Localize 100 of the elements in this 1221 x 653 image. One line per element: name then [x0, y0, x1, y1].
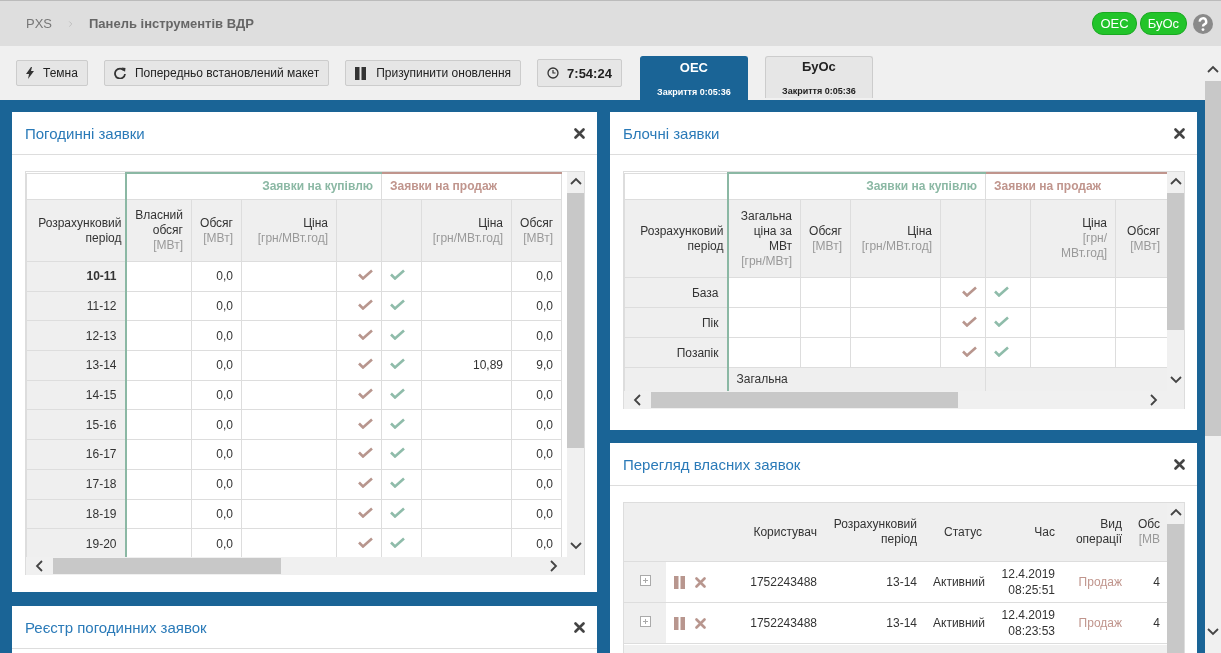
column-header[interactable]: Власний обсяг [МВт]: [125, 199, 192, 262]
close-icon[interactable]: [574, 127, 585, 139]
column-header[interactable]: Обсяг [МВт]: [191, 199, 242, 262]
market-badge: БуОс: [1139, 12, 1187, 35]
table-cell: 0,0: [511, 469, 562, 499]
period-cell: Пік: [624, 307, 728, 338]
table-cell: 0,0: [191, 320, 242, 351]
check-icon: [358, 536, 374, 548]
column-header[interactable]: Ціна [грн/МВт.год]: [421, 199, 512, 262]
column-header[interactable]: Розрахунковий період: [624, 199, 728, 278]
period-cell: 18-19: [26, 499, 126, 529]
table-cell: 0,0: [511, 499, 562, 529]
close-icon[interactable]: [1174, 458, 1185, 470]
table-cell: 0,0: [191, 469, 242, 499]
table-cell: 1752243488: [730, 602, 825, 644]
chevron-down-icon[interactable]: [1206, 626, 1220, 637]
column-header[interactable]: Розрахунковий період: [26, 199, 126, 262]
column-header[interactable]: Ціна [грн/МВт.год]: [241, 199, 337, 262]
scrollbar-thumb[interactable]: [53, 558, 281, 574]
pause-icon[interactable]: [674, 617, 686, 631]
market-tab[interactable]: БуОс Закриття 0:05:36: [764, 56, 873, 98]
check-icon: [390, 477, 406, 489]
period-cell: 15-16: [26, 409, 126, 440]
help-icon[interactable]: [1193, 13, 1213, 34]
clock-icon: [547, 67, 560, 79]
check-icon: [390, 358, 406, 370]
lightning-icon: [26, 67, 34, 79]
close-icon[interactable]: [574, 621, 585, 633]
table-cell: 0,0: [191, 350, 242, 381]
column-header[interactable]: Вид операції: [1063, 503, 1130, 562]
check-icon: [358, 417, 374, 429]
check-icon: [390, 328, 406, 340]
chevron-up-icon[interactable]: [568, 176, 583, 187]
close-icon[interactable]: [1174, 127, 1185, 139]
table-cell: 0,0: [511, 261, 562, 292]
page-title: Панель інструментів ВДР: [89, 16, 254, 31]
column-header[interactable]: Ціна [грн/МВт.год]: [850, 199, 941, 278]
table-cell: Активний: [925, 602, 990, 644]
column-header[interactable]: Розрахунковий період: [825, 503, 925, 562]
check-icon: [390, 299, 406, 311]
period-cell: Позапік: [624, 337, 728, 368]
toolbar-button[interactable]: Попередньо встановлений макет: [103, 60, 330, 86]
pause-icon[interactable]: [674, 576, 686, 590]
check-icon: [390, 269, 406, 281]
chevron-right-icon[interactable]: [1148, 394, 1159, 406]
check-icon: [962, 345, 978, 357]
check-icon: [358, 447, 374, 459]
check-icon: [994, 285, 1010, 297]
chevron-down-icon[interactable]: [1168, 374, 1183, 385]
column-header[interactable]: Статус: [925, 503, 990, 562]
chevron-up-icon[interactable]: [1206, 64, 1220, 75]
period-cell: 12-13: [26, 320, 126, 351]
column-header[interactable]: Ціна [грн/МВт.год]: [1030, 199, 1116, 278]
table-cell: 0,0: [511, 291, 562, 321]
table-cell: 0,0: [511, 439, 562, 470]
column-header[interactable]: Загальна ціна за МВт [грн/МВт]: [727, 199, 801, 278]
period-cell: База: [624, 277, 728, 308]
table-cell: 0,0: [511, 380, 562, 410]
check-icon: [390, 506, 406, 518]
market-badge: ОЕС: [1092, 12, 1137, 35]
table-cell: 0,0: [191, 409, 242, 440]
column-header[interactable]: Обсяг [МВт]: [511, 199, 562, 262]
column-header[interactable]: Обсяг [МВт]: [1115, 199, 1167, 278]
period-cell: 10-11: [26, 261, 126, 292]
table-cell: Продаж: [1063, 602, 1130, 644]
panel-title: Погодинні заявки: [25, 124, 145, 142]
scrollbar-thumb[interactable]: [1167, 524, 1184, 653]
table-cell: 0,0: [191, 291, 242, 321]
table-cell: 9,0: [511, 350, 562, 381]
column-header[interactable]: Час: [990, 503, 1063, 562]
column-header[interactable]: Користувач: [730, 503, 825, 562]
chevron-left-icon[interactable]: [34, 560, 45, 572]
table-cell: Активний: [925, 561, 990, 603]
check-icon: [390, 417, 406, 429]
chevron-up-icon[interactable]: [1168, 176, 1183, 187]
column-header[interactable]: Обс [МВ: [1130, 503, 1167, 562]
chevron-up-icon[interactable]: [1168, 507, 1183, 518]
refresh-icon: [113, 67, 126, 79]
chevron-down-icon[interactable]: [568, 540, 583, 551]
table-cell: 0,0: [511, 320, 562, 351]
toolbar-button[interactable]: Призупинити оновлення: [345, 60, 522, 86]
table-cell: 0,0: [191, 439, 242, 470]
scrollbar-thumb[interactable]: [567, 193, 584, 448]
market-tab[interactable]: ОЕС Закриття 0:05:36: [639, 56, 748, 100]
check-icon: [358, 299, 374, 311]
column-header[interactable]: Обсяг [МВт]: [800, 199, 851, 278]
check-icon: [358, 506, 374, 518]
panel-title: Реєстр погодинних заявок: [25, 618, 207, 636]
chevron-right-icon[interactable]: [548, 560, 559, 572]
toolbar-button[interactable]: Темна: [16, 60, 88, 86]
check-icon: [358, 388, 374, 400]
column-group-header: Заявки на купівлю: [727, 173, 986, 200]
scrollbar-thumb[interactable]: [1205, 81, 1221, 436]
scrollbar-thumb[interactable]: [651, 392, 958, 408]
check-icon: [962, 285, 978, 297]
chevron-left-icon[interactable]: [632, 394, 643, 406]
scrollbar-thumb[interactable]: [1167, 193, 1184, 330]
period-cell: 17-18: [26, 469, 126, 499]
table-cell: 12.4.2019 08:25:51: [990, 561, 1063, 603]
check-icon: [390, 447, 406, 459]
